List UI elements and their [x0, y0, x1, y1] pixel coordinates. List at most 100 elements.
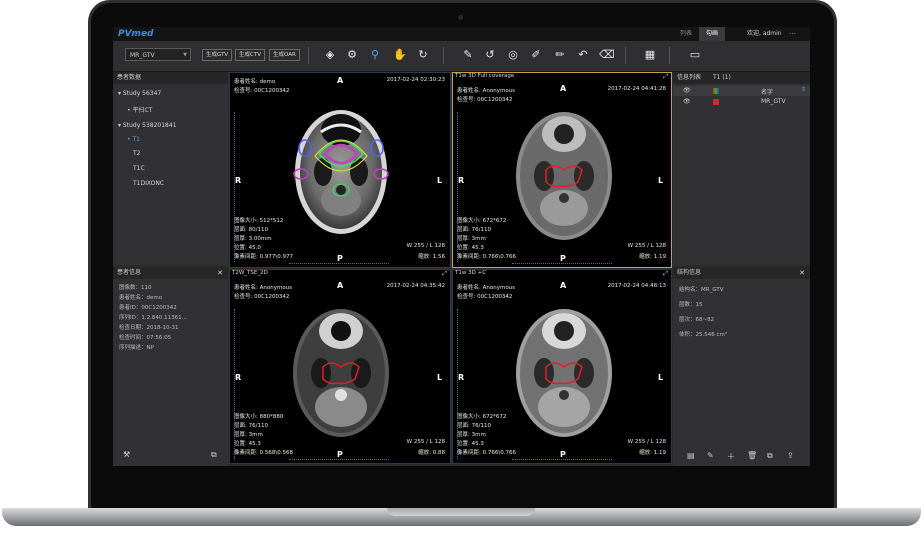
undo-icon[interactable]: ↶ [576, 48, 590, 62]
lasso-icon[interactable]: ↺ [483, 48, 497, 62]
scale-ruler [457, 112, 459, 262]
position: 位置: 45.3 [457, 441, 484, 447]
user-greeting[interactable]: 欢迎, admin [747, 27, 782, 41]
exam-datetime: 2017-02-24 04:48:13 [607, 283, 666, 289]
position: 位置: 45.3 [234, 441, 261, 447]
eye-icon[interactable]: 👁 [683, 87, 691, 94]
series-tab[interactable]: T1 (1) [713, 74, 731, 81]
chevron-down-icon: ▼ [183, 52, 187, 58]
exam-id: 检查号: 00C1200342 [457, 294, 513, 300]
study-item[interactable]: ▾ Study 538201841 [118, 122, 177, 129]
viewport-t1-contrast[interactable]: T1w 3D +C ⤢ 患者姓名: Anonymous 检查号: 00C1200… [452, 269, 672, 464]
sort-icon[interactable]: ⇕ [801, 86, 806, 93]
tab-contour[interactable]: 勾画 [699, 27, 726, 41]
position: 位置: 45.3 [457, 245, 484, 251]
delete-pen-icon[interactable]: ✏ [553, 48, 567, 62]
orient-left: L [658, 373, 664, 382]
trash-icon[interactable]: 🗑 [747, 451, 757, 460]
toolbar-divider [669, 47, 670, 64]
viewport-t2[interactable]: T2W_TSE_2D ⤢ 患者姓名: Anonymous 检查号: 00C120… [229, 269, 451, 464]
panel-title: 患者数据 [113, 72, 228, 84]
title-bar: PVmed 列表 勾画 欢迎, admin ··· [113, 27, 810, 41]
generate-oar-button[interactable]: 生成OAR [269, 49, 300, 61]
slice-thickness: 层厚: 3mm [234, 432, 263, 438]
settings-icon[interactable]: ⚙ [345, 48, 359, 62]
panel-title: 信息列表 [677, 74, 702, 81]
zoom-level: 缩放: 0.88 [418, 450, 445, 456]
slice-thickness: 层厚: 3mm [457, 236, 486, 242]
orient-anterior: A [560, 281, 567, 290]
pan-hand-icon[interactable]: ✋ [393, 48, 407, 62]
scale-ruler [512, 459, 612, 461]
monitor-icon[interactable]: ▭ [688, 48, 702, 62]
eye-icon[interactable]: 👁 [683, 98, 691, 105]
image-size: 图像大小: 512*512 [234, 218, 284, 224]
generate-ctv-button[interactable]: 生成CTV [235, 49, 265, 61]
window-level: W 255 / L 128 [406, 243, 445, 249]
layers-icon[interactable]: ◈ [323, 48, 337, 62]
close-icon[interactable]: ✕ [217, 267, 223, 279]
copy-icon[interactable]: ⧉ [767, 451, 773, 461]
series-item[interactable]: T2 [133, 150, 140, 157]
top-tabs: 列表 勾画 [673, 27, 726, 41]
scale-ruler [512, 263, 612, 265]
series-item[interactable]: T1C [133, 165, 145, 172]
zoom-level: 缩放: 1.19 [639, 254, 666, 260]
patient-name: 患者姓名: Anonymous [457, 88, 516, 94]
app-window: PVmed 列表 勾画 欢迎, admin ··· MR_GTV ▼ 生成GTV… [113, 27, 810, 466]
save-icon[interactable]: ▤ [687, 451, 695, 460]
table-row[interactable]: 👁 MR_GTV [673, 97, 810, 107]
orient-anterior: A [337, 281, 344, 290]
patient-name: 患者姓名: demo [234, 79, 276, 85]
viewport-t1-full[interactable]: T1w 3D Full coverage ⤢ 患者姓名: Anonymous 检… [452, 72, 672, 268]
orient-anterior: A [337, 76, 344, 85]
slice-index: 层面: 76/110 [234, 423, 268, 429]
slice-thickness: 层厚: 3mm [457, 432, 486, 438]
series-select[interactable]: MR_GTV ▼ [125, 48, 191, 61]
close-icon[interactable]: ✕ [799, 267, 805, 279]
pen-icon[interactable]: ✐ [529, 48, 543, 62]
info-line: 层数：15 [679, 302, 703, 308]
info-line: 检查日期：2018-10-31 [119, 325, 179, 331]
info-line: 患者ID：00C1200342 [119, 305, 177, 311]
edit-icon[interactable]: ✎ [707, 451, 714, 460]
window-level: W 255 / L 128 [627, 439, 666, 445]
upload-icon[interactable]: ⇪ [787, 451, 794, 460]
tool-icon[interactable]: ⚒ [123, 450, 130, 459]
orient-posterior: P [560, 254, 566, 263]
scale-ruler [234, 309, 236, 459]
exam-id: 检查号: 00C1200342 [234, 88, 290, 94]
generate-gtv-button[interactable]: 生成GTV [202, 49, 233, 61]
add-icon[interactable]: ＋ [727, 451, 735, 462]
patient-name: 患者姓名: Anonymous [457, 285, 516, 291]
tab-list[interactable]: 列表 [673, 27, 699, 41]
slice-index: 层面: 80/110 [234, 227, 268, 233]
structure-color[interactable] [713, 99, 719, 105]
series-item[interactable]: T1DIXONC [133, 180, 164, 187]
compass-icon[interactable]: ◎ [506, 48, 520, 62]
column-name: 名字 [761, 89, 774, 96]
exam-id: 检查号: 00C1200342 [457, 97, 513, 103]
export-icon[interactable]: ⧉ [211, 450, 217, 460]
structure-name: MR_GTV [761, 98, 786, 105]
study-item[interactable]: ▾ Study 56347 [118, 90, 161, 97]
series-item[interactable]: • 平扫CT [127, 105, 152, 114]
menu-icon[interactable]: ··· [789, 27, 796, 41]
pixel-spacing: 像素间距: 0.977\0.977 [234, 254, 293, 260]
slice-index: 层面: 76/110 [457, 227, 491, 233]
toolbar-divider [308, 47, 309, 64]
info-list-panel: 信息列表 T1 (1) 👁 名字 ⇕ 👁 MR_GTV [673, 72, 810, 265]
zoom-icon[interactable]: ⚲ [368, 48, 382, 62]
grid-layout-icon[interactable]: ▦ [643, 48, 657, 62]
slice-index: 层面: 76/110 [457, 423, 491, 429]
reset-icon[interactable]: ↻ [416, 48, 430, 62]
info-line: 图像数：110 [119, 285, 152, 291]
toolbar: MR_GTV ▼ 生成GTV 生成CTV 生成OAR ◈ ⚙ ⚲ ✋ ↻ ✎ ↺… [113, 41, 810, 72]
brush-icon[interactable]: ✎ [461, 48, 475, 62]
exam-datetime: 2017-02-24 04:35:42 [386, 283, 445, 289]
eraser-icon[interactable]: ⌫ [599, 48, 615, 62]
color-icon [713, 88, 719, 94]
laptop-notch [387, 508, 535, 516]
viewport-ct[interactable]: 患者姓名: demo 检查号: 00C1200342 2017-02-24 02… [229, 72, 451, 268]
series-item-active[interactable]: • T1 [127, 136, 140, 143]
